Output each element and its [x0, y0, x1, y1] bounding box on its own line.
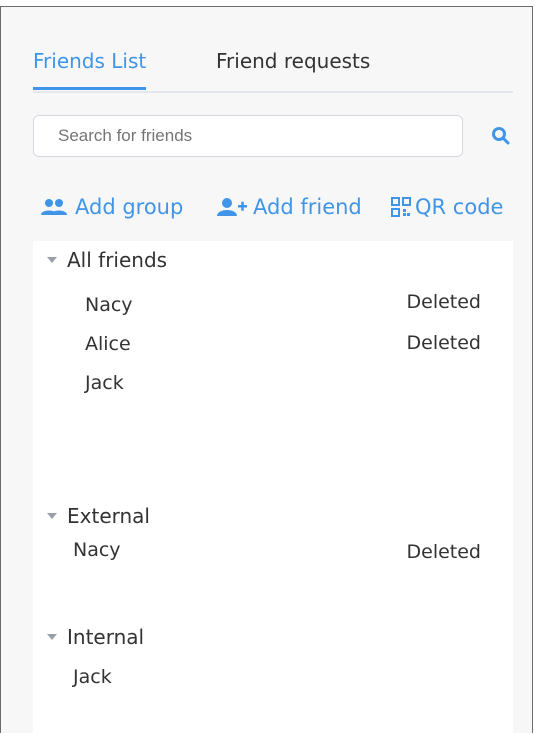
tab-friends-list[interactable]: Friends List	[33, 47, 147, 90]
qr-code-label: QR code	[415, 195, 504, 219]
qr-code-icon	[391, 197, 411, 217]
caret-down-icon	[47, 634, 57, 640]
tab-bar: Friends List Friend requests	[33, 47, 513, 93]
group-name: Internal	[67, 625, 145, 649]
friend-status: Deleted	[406, 332, 482, 354]
add-group-icon	[41, 197, 69, 217]
group-all-friends[interactable]: All friends	[47, 248, 167, 272]
friend-name[interactable]: Alice	[85, 333, 131, 355]
add-group-label: Add group	[75, 195, 184, 219]
friend-name[interactable]: Nacy	[73, 539, 121, 561]
add-friend-icon	[217, 197, 247, 217]
add-friend-button[interactable]: Add friend	[217, 195, 362, 219]
friend-name[interactable]: Nacy	[85, 294, 133, 316]
action-bar: Add group Add friend QR code	[41, 195, 521, 227]
group-name: All friends	[67, 248, 168, 272]
tab-friend-requests[interactable]: Friend requests	[216, 47, 370, 75]
group-name: External	[67, 504, 150, 528]
group-external[interactable]: External	[47, 504, 150, 528]
add-group-button[interactable]: Add group	[41, 195, 183, 219]
caret-down-icon	[47, 513, 57, 519]
friends-panel: Friends List Friend requests Add group	[0, 6, 533, 734]
friend-name[interactable]: Jack	[73, 666, 112, 688]
friend-name[interactable]: Jack	[85, 372, 124, 394]
friend-status: Deleted	[406, 541, 482, 563]
qr-code-button[interactable]: QR code	[391, 195, 503, 219]
search-icon[interactable]	[490, 125, 512, 147]
friend-status: Deleted	[406, 291, 482, 313]
search-input[interactable]	[33, 115, 463, 157]
caret-down-icon	[47, 257, 57, 263]
friends-list: All friends Nacy Deleted Alice Deleted J…	[33, 241, 513, 734]
group-internal[interactable]: Internal	[47, 625, 144, 649]
add-friend-label: Add friend	[253, 195, 362, 219]
